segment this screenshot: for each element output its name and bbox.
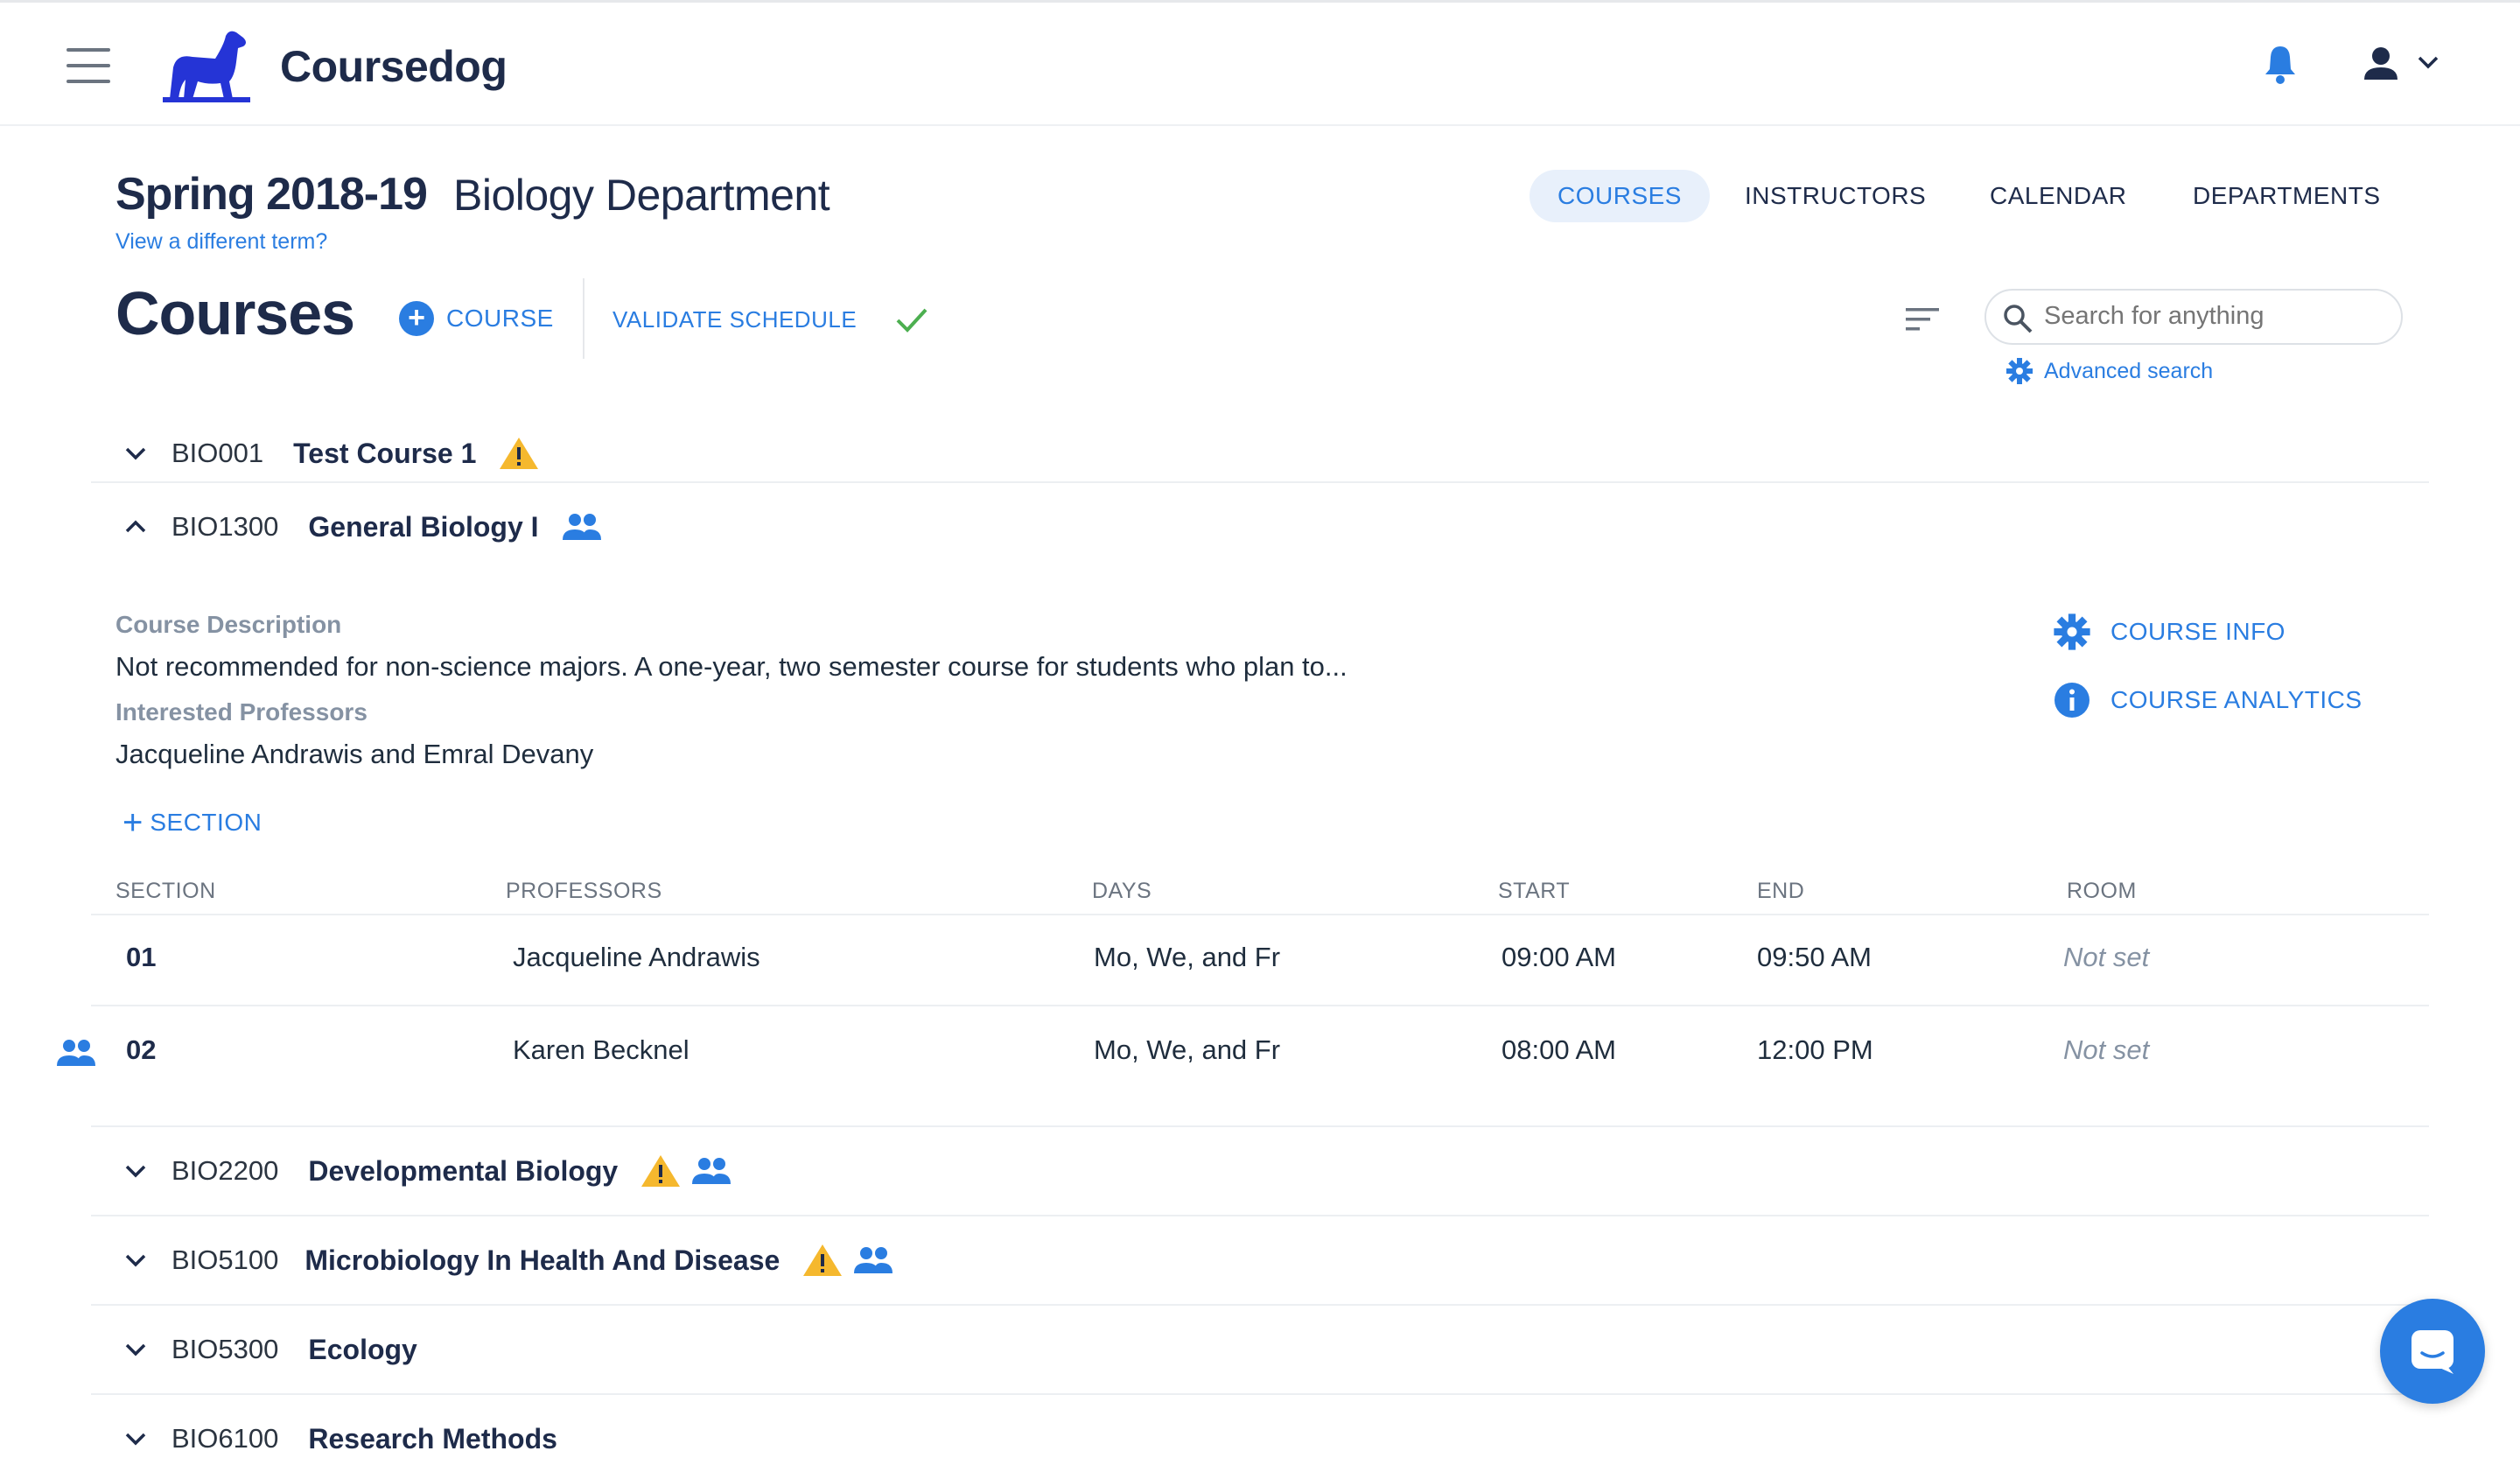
divider	[91, 1125, 2429, 1127]
column-header-days: DAYS	[1092, 879, 1152, 903]
course-analytics-button[interactable]: COURSE ANALYTICS	[2053, 681, 2362, 719]
gear-icon	[2054, 613, 2090, 650]
section-days: Mo, We, and Fr	[1094, 942, 1281, 972]
section-start: 09:00 AM	[1502, 942, 1616, 972]
section-professor: Jacqueline Andrawis	[513, 942, 760, 972]
course-name: Research Methods	[308, 1422, 557, 1454]
section-room: Not set	[2063, 1034, 2150, 1065]
column-header-start: START	[1498, 879, 1571, 903]
toolbar-divider	[583, 278, 584, 359]
chevron-down-icon[interactable]	[2415, 52, 2441, 73]
add-section-button[interactable]: + SECTION	[122, 803, 262, 842]
top-bar: Coursedog	[0, 0, 2520, 126]
course-name: Developmental Biology	[308, 1154, 619, 1187]
group-icon	[854, 1247, 893, 1273]
chat-launcher-button[interactable]	[2380, 1299, 2485, 1404]
course-analytics-label: COURSE ANALYTICS	[2110, 686, 2362, 713]
tab-instructors[interactable]: INSTRUCTORS	[1745, 182, 1926, 210]
course-name: General Biology I	[308, 510, 539, 543]
add-course-button[interactable]: + COURSE	[399, 301, 554, 336]
section-professor: Karen Becknel	[513, 1034, 690, 1065]
course-row[interactable]: BIO5100 Microbiology In Health And Disea…	[122, 1234, 1522, 1286]
page-title: Courses	[116, 279, 355, 347]
sort-icon[interactable]	[1906, 306, 1941, 333]
section-number: 01	[126, 942, 157, 972]
chevron-down-icon[interactable]	[122, 1251, 149, 1270]
divider	[91, 1215, 2429, 1216]
course-info-label: COURSE INFO	[2110, 618, 2286, 645]
add-section-label: SECTION	[150, 809, 262, 836]
description-label: Course Description	[116, 611, 342, 638]
section-days: Mo, We, and Fr	[1094, 1034, 1281, 1065]
chevron-down-icon[interactable]	[122, 1161, 149, 1181]
coursedog-logo[interactable]	[163, 27, 250, 104]
menu-icon[interactable]	[66, 48, 110, 83]
course-name: Microbiology In Health And Disease	[304, 1244, 780, 1276]
column-header-professors: PROFESSORS	[506, 879, 662, 903]
section-number: 02	[126, 1034, 157, 1065]
check-icon	[896, 308, 928, 333]
course-row[interactable]: BIO001 Test Course 1	[122, 427, 1348, 480]
professors-label: Interested Professors	[116, 698, 368, 725]
term-title: Spring 2018-19	[116, 169, 428, 220]
tab-courses[interactable]: COURSES	[1530, 170, 1710, 222]
course-description: Not recommended for non-science majors. …	[116, 651, 1348, 682]
table-row[interactable]: 01 Jacqueline Andrawis Mo, We, and Fr 09…	[91, 915, 2429, 1005]
chat-icon	[2412, 1330, 2454, 1374]
column-header-room: ROOM	[2067, 879, 2137, 903]
bell-icon[interactable]	[2263, 43, 2298, 85]
group-icon	[692, 1158, 732, 1184]
divider	[91, 1393, 2429, 1395]
tab-calendar[interactable]: CALENDAR	[1990, 182, 2126, 210]
table-row[interactable]: 02 Karen Becknel Mo, We, and Fr 08:00 AM…	[91, 1006, 2429, 1097]
tab-departments[interactable]: DEPARTMENTS	[2193, 182, 2381, 210]
search-input[interactable]	[2042, 301, 2378, 332]
course-row[interactable]: BIO6100 Research Methods	[122, 1412, 1348, 1465]
course-name: Ecology	[308, 1333, 417, 1365]
advanced-search-link[interactable]: Advanced search	[2006, 357, 2213, 385]
info-icon	[2054, 683, 2090, 718]
course-code: BIO2200	[172, 1155, 279, 1186]
search-icon	[2004, 305, 2033, 333]
course-info-button[interactable]: COURSE INFO	[2053, 613, 2286, 651]
course-code: BIO1300	[172, 511, 279, 542]
course-code: BIO001	[172, 438, 264, 468]
plus-circle-icon: +	[399, 301, 434, 336]
column-header-end: END	[1757, 879, 1805, 903]
section-end: 12:00 PM	[1757, 1034, 1873, 1065]
section-start: 08:00 AM	[1502, 1034, 1616, 1065]
chevron-down-icon[interactable]	[122, 444, 149, 463]
divider	[91, 481, 2429, 483]
course-code: BIO6100	[172, 1423, 279, 1454]
course-name: Test Course 1	[293, 437, 477, 469]
chevron-down-icon[interactable]	[122, 1429, 149, 1448]
warning-icon	[641, 1155, 681, 1187]
course-row[interactable]: BIO1300 General Biology I	[122, 501, 1348, 553]
interested-professors: Jacqueline Andrawis and Emral Devany	[116, 739, 594, 769]
chevron-down-icon[interactable]	[122, 1340, 149, 1359]
department-name: Biology Department	[453, 171, 830, 220]
course-row[interactable]: BIO5300 Ecology	[122, 1323, 1348, 1376]
validate-schedule-button[interactable]: VALIDATE SCHEDULE	[612, 306, 857, 333]
chevron-up-icon[interactable]	[122, 517, 149, 536]
warning-icon	[803, 1244, 843, 1276]
brand-name[interactable]: Coursedog	[280, 41, 508, 92]
warning-icon	[500, 438, 539, 469]
search-box[interactable]	[1984, 289, 2403, 345]
change-term-link[interactable]: View a different term?	[116, 229, 327, 255]
column-header-section: SECTION	[116, 879, 216, 903]
section-room: Not set	[2063, 942, 2150, 972]
group-icon	[562, 514, 601, 540]
plus-icon: +	[122, 803, 144, 842]
advanced-search-label: Advanced search	[2044, 358, 2214, 383]
section-end: 09:50 AM	[1757, 942, 1872, 972]
gear-icon	[2006, 358, 2033, 384]
add-course-label: COURSE	[446, 305, 554, 332]
course-row[interactable]: BIO2200 Developmental Biology	[122, 1145, 1348, 1197]
user-icon[interactable]	[2362, 45, 2399, 81]
course-code: BIO5300	[172, 1334, 279, 1364]
divider	[91, 1304, 2429, 1306]
course-code: BIO5100	[172, 1244, 279, 1275]
